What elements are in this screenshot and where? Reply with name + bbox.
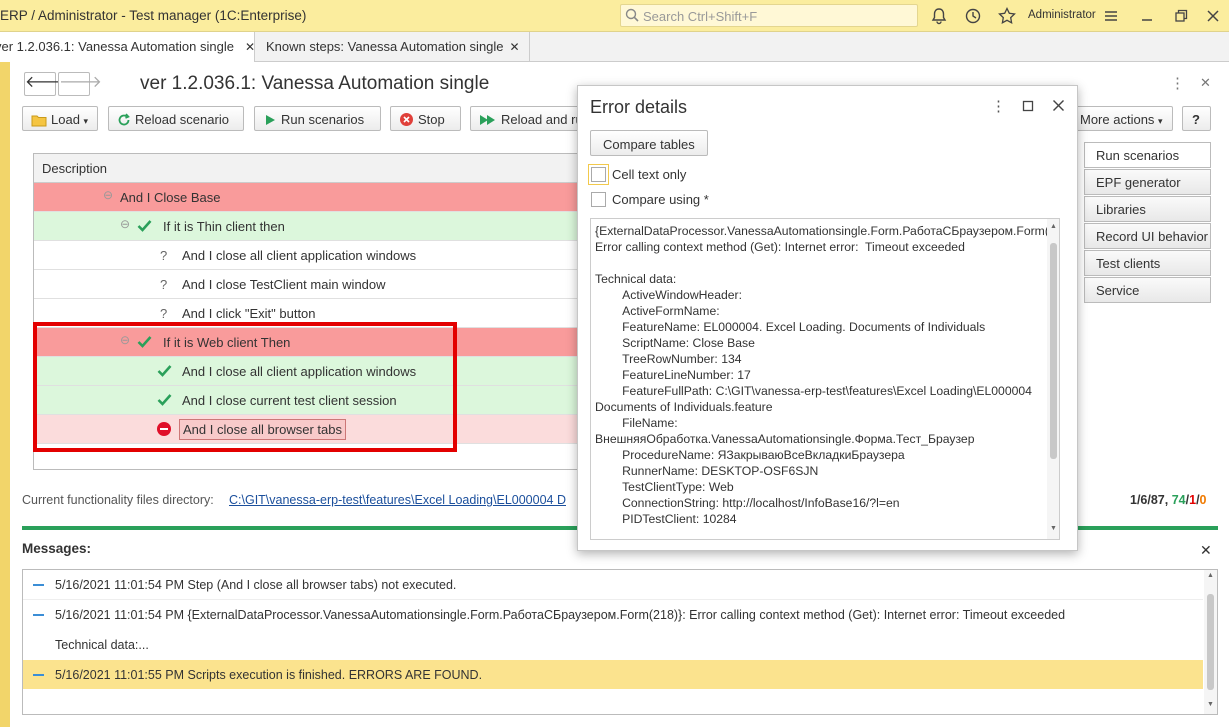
more-actions-button[interactable]: More actions ▾: [1071, 106, 1173, 131]
question-icon: ?: [160, 248, 168, 263]
close-icon[interactable]: [1203, 6, 1223, 26]
scroll-up-icon[interactable]: ▲: [1050, 223, 1057, 230]
tree-row[interactable]: ? And I close TestClient main window: [34, 270, 592, 299]
list-item[interactable]: 5/16/2021 11:01:55 PM Scripts execution …: [23, 660, 1203, 689]
close-icon[interactable]: ✕: [245, 40, 254, 54]
tab-bar: ver 1.2.036.1: Vanessa Automation single…: [0, 32, 1229, 62]
side-item-libraries[interactable]: Libraries: [1084, 196, 1211, 222]
search-placeholder: Search Ctrl+Shift+F: [643, 9, 758, 24]
list-item[interactable]: Technical data:...: [23, 630, 1203, 659]
reload-scenario-button[interactable]: Reload scenario: [108, 106, 244, 131]
cell-text-only-label: Cell text only: [612, 167, 687, 182]
collapse-icon[interactable]: ⊖: [103, 188, 113, 202]
user-name[interactable]: Administrator: [1028, 9, 1096, 21]
close-icon[interactable]: ✕: [1200, 75, 1211, 91]
more-vertical-icon[interactable]: ⋮: [991, 97, 1006, 115]
question-icon: ?: [160, 306, 168, 321]
run-scenarios-button[interactable]: Run scenarios: [254, 106, 381, 131]
error-text-area[interactable]: {ExternalDataProcessor.VanessaAutomation…: [590, 218, 1060, 540]
search-icon: [625, 8, 639, 22]
run-counters: 1/6/87, 74/1/0: [1130, 493, 1207, 507]
tree-row[interactable]: ? And I close all client application win…: [34, 241, 592, 270]
history-icon[interactable]: [963, 6, 983, 26]
list-item[interactable]: 5/16/2021 11:01:54 PM Step (And I close …: [23, 570, 1203, 599]
menu-icon[interactable]: [1101, 6, 1121, 26]
cell-text-only-checkbox[interactable]: [591, 167, 606, 182]
fast-forward-icon: [480, 115, 495, 125]
close-icon[interactable]: ✕: [510, 40, 520, 54]
messages-list[interactable]: 5/16/2021 11:01:54 PM Step (And I close …: [22, 569, 1218, 715]
error-details-dialog: Error details ⋮ Compare tables Cell text…: [577, 85, 1078, 551]
refresh-icon: [118, 113, 130, 126]
scroll-down-icon[interactable]: ▼: [1050, 525, 1057, 532]
compare-using-label: Compare using *: [612, 192, 709, 207]
compare-using-checkbox[interactable]: [591, 192, 606, 207]
folder-icon: [31, 115, 47, 127]
side-item-record-ui-behavior[interactable]: Record UI behavior: [1084, 223, 1211, 249]
tab-main[interactable]: ver 1.2.036.1: Vanessa Automation single…: [0, 32, 255, 62]
stop-button[interactable]: Stop: [390, 106, 461, 131]
compare-tables-button[interactable]: Compare tables: [590, 130, 708, 156]
grid-header: Description: [34, 154, 592, 183]
title-bar: ERP / Administrator - Test manager (1C:E…: [0, 0, 1229, 32]
question-icon: ?: [160, 277, 168, 292]
tree-row[interactable]: ⊖ If it is Thin client then: [34, 212, 592, 241]
tab-known-steps[interactable]: Known steps: Vanessa Automation single ✕: [255, 32, 530, 62]
list-item[interactable]: 5/16/2021 11:01:54 PM {ExternalDataProce…: [23, 599, 1203, 628]
back-button[interactable]: 🡐: [24, 72, 68, 96]
side-item-run-scenarios[interactable]: Run scenarios: [1084, 142, 1211, 168]
minimize-icon[interactable]: [1137, 6, 1157, 26]
close-icon[interactable]: [1052, 99, 1065, 112]
tab-known-steps-label: Known steps: Vanessa Automation single: [266, 39, 504, 54]
dir-label: Current functionality files directory:: [22, 493, 214, 507]
tree-row[interactable]: ⊖ And I Close Base: [34, 183, 592, 212]
dir-link[interactable]: C:\GIT\vanessa-erp-test\features\Excel L…: [229, 493, 566, 507]
reload-and-run-button[interactable]: Reload and ru: [470, 106, 580, 131]
play-icon: [266, 115, 275, 125]
maximize-icon[interactable]: [1022, 100, 1034, 112]
check-icon: [137, 220, 152, 232]
forward-button[interactable]: 🡒: [58, 72, 102, 96]
more-vertical-icon[interactable]: ⋮: [1170, 74, 1185, 92]
help-button[interactable]: ?: [1182, 106, 1211, 131]
restore-icon[interactable]: [1171, 6, 1191, 26]
app-title: ERP / Administrator - Test manager (1C:E…: [0, 8, 307, 23]
error-text: {ExternalDataProcessor.VanessaAutomation…: [595, 224, 1060, 526]
arrow-right-icon: 🡒: [59, 74, 102, 91]
stop-icon: [400, 113, 413, 126]
scrollbar[interactable]: ▲ ▼: [1204, 570, 1217, 714]
side-item-service[interactable]: Service: [1084, 277, 1211, 303]
scrollbar-thumb[interactable]: [1050, 243, 1057, 459]
search-input[interactable]: Search Ctrl+Shift+F: [620, 4, 918, 27]
left-accent-bar: [0, 62, 10, 727]
highlight-frame: [33, 322, 457, 452]
star-icon[interactable]: [997, 6, 1017, 26]
load-button[interactable]: Load ▾: [22, 106, 98, 131]
messages-title: Messages:: [22, 541, 92, 556]
close-icon[interactable]: ✕: [1200, 542, 1212, 559]
tab-main-label: ver 1.2.036.1: Vanessa Automation single: [0, 39, 234, 54]
bell-icon[interactable]: [929, 6, 949, 26]
side-item-epf-generator[interactable]: EPF generator: [1084, 169, 1211, 195]
collapse-icon[interactable]: ⊖: [120, 217, 130, 231]
side-item-test-clients[interactable]: Test clients: [1084, 250, 1211, 276]
page-title: ver 1.2.036.1: Vanessa Automation single: [140, 73, 490, 94]
dialog-title: Error details: [590, 97, 688, 117]
